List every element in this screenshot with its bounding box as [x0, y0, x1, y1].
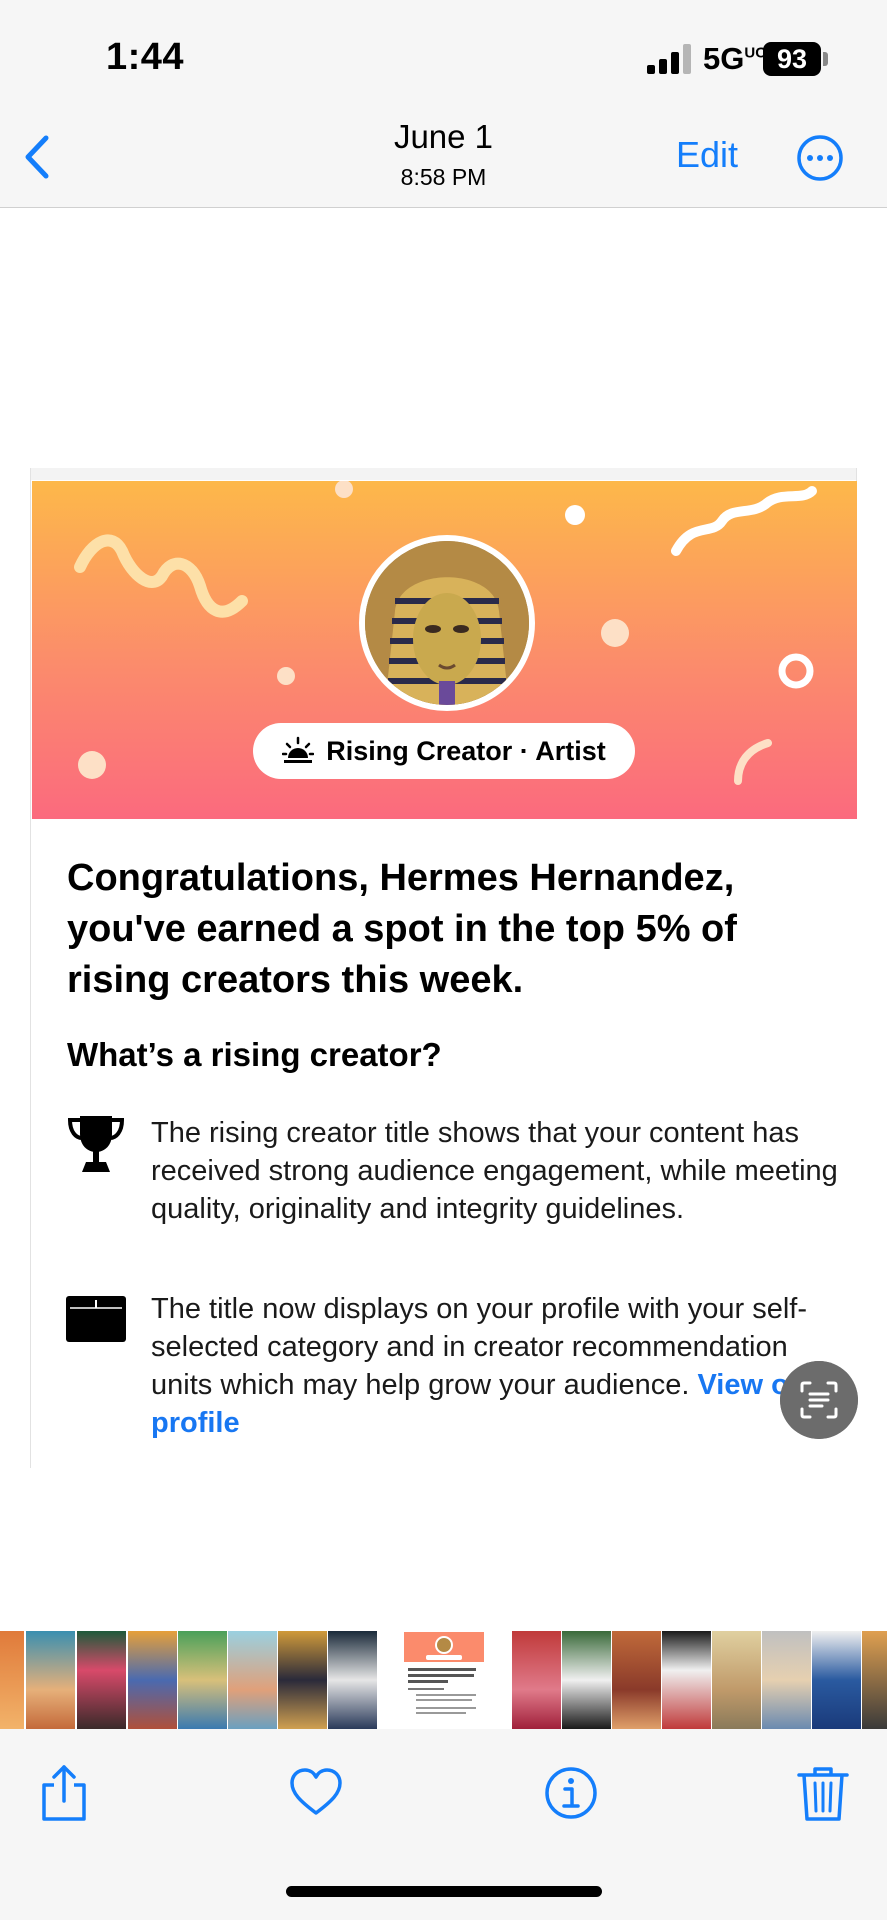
trash-icon[interactable]	[795, 1763, 851, 1823]
live-text-icon[interactable]	[780, 1361, 858, 1439]
thumbnail[interactable]	[712, 1631, 761, 1729]
thumbnail[interactable]	[128, 1631, 177, 1729]
home-indicator[interactable]	[286, 1886, 602, 1897]
nav-bar: June 1 8:58 PM Edit	[0, 110, 887, 208]
battery-icon: 93	[763, 42, 821, 76]
rising-creator-description: The rising creator title shows that your…	[151, 1117, 838, 1225]
profile-display-description: The title now displays on your profile w…	[151, 1293, 808, 1439]
pharaoh-portrait-image	[365, 541, 529, 705]
thumbnail[interactable]	[612, 1631, 661, 1729]
profile-book-icon	[66, 1296, 126, 1342]
thumbnail[interactable]	[278, 1631, 327, 1729]
thumbnail[interactable]	[812, 1631, 861, 1729]
status-time: 1:44	[106, 36, 185, 78]
thumbnail[interactable]	[26, 1631, 75, 1729]
nav-time: 8:58 PM	[400, 164, 487, 190]
thumbnail[interactable]	[762, 1631, 811, 1729]
congrats-headline: Congratulations, Hermes Hernandez, you'v…	[67, 857, 737, 1001]
thumbnail[interactable]	[562, 1631, 611, 1729]
thumbnail[interactable]	[862, 1631, 887, 1729]
photo-top-edge	[30, 468, 857, 480]
badge-label: Rising Creator · Artist	[326, 735, 606, 766]
info-icon[interactable]	[543, 1763, 599, 1823]
photo-edge-left	[30, 468, 31, 1468]
ellipsis-circle-icon[interactable]	[796, 134, 844, 182]
thumbnail[interactable]	[0, 1631, 24, 1729]
thumbnail[interactable]	[512, 1631, 561, 1729]
signal-icon	[647, 44, 695, 74]
nav-date: June 1	[393, 118, 494, 155]
thumbnail-selected[interactable]	[404, 1632, 484, 1728]
share-icon[interactable]	[36, 1763, 92, 1823]
thumbnail[interactable]	[228, 1631, 277, 1729]
status-bar: 1:44 5GUC 93	[0, 0, 887, 110]
sunrise-icon	[282, 736, 315, 763]
avatar	[359, 535, 535, 711]
thumbnail[interactable]	[662, 1631, 711, 1729]
heart-icon[interactable]	[288, 1763, 344, 1823]
trophy-icon	[67, 1116, 125, 1172]
network-indicator: 5GUC	[703, 41, 767, 76]
edit-button[interactable]: Edit	[676, 134, 738, 176]
rising-creator-heading: What’s a rising creator?	[67, 1036, 442, 1073]
selected-thumbnail-image	[404, 1632, 484, 1714]
thumbnail[interactable]	[328, 1631, 377, 1729]
thumbnail[interactable]	[178, 1631, 227, 1729]
thumbnail[interactable]	[77, 1631, 126, 1729]
card-banner: Rising Creator · Artist	[32, 481, 857, 819]
rising-creator-badge: Rising Creator · Artist	[253, 723, 635, 779]
battery-tip	[823, 52, 828, 66]
